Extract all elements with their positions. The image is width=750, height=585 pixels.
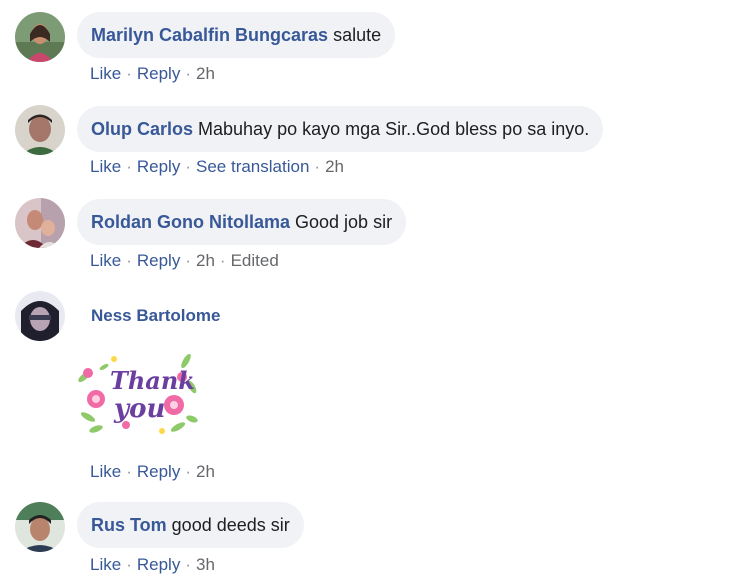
avatar[interactable] — [15, 502, 65, 552]
like-link[interactable]: Like — [90, 64, 121, 83]
avatar[interactable] — [15, 12, 65, 62]
like-link[interactable]: Like — [90, 251, 121, 270]
reply-link[interactable]: Reply — [137, 462, 180, 481]
avatar[interactable] — [15, 198, 65, 248]
see-translation-link[interactable]: See translation — [196, 157, 309, 176]
separator-dot: · — [185, 555, 191, 574]
comment-text: good deeds sir — [171, 514, 290, 535]
like-link[interactable]: Like — [90, 157, 121, 176]
timestamp[interactable]: 2h — [325, 157, 344, 176]
comment-actions: Like · Reply · See translation · 2h — [90, 157, 344, 177]
separator-dot: · — [185, 64, 191, 83]
separator-dot: · — [185, 251, 191, 270]
reply-link[interactable]: Reply — [137, 157, 180, 176]
comment-text: Mabuhay po kayo mga Sir..God bless po sa… — [198, 118, 590, 139]
like-link[interactable]: Like — [90, 555, 121, 574]
separator-dot: · — [126, 157, 132, 176]
comment-author-link[interactable]: Roldan Gono Nitollama — [91, 212, 290, 233]
avatar-photo-icon — [15, 502, 65, 552]
edited-label[interactable]: Edited — [231, 251, 279, 270]
comment-text: Good job sir — [295, 211, 393, 232]
comment-text: salute — [333, 24, 382, 45]
comment-bubble: Rus Tom good deeds sir — [77, 502, 304, 548]
timestamp[interactable]: 3h — [196, 555, 215, 574]
comment-bubble: Olup Carlos Mabuhay po kayo mga Sir..God… — [77, 106, 604, 152]
comment-author-link[interactable]: Marilyn Cabalfin Bungcaras — [91, 25, 328, 46]
separator-dot: · — [314, 157, 321, 176]
timestamp[interactable]: 2h — [196, 64, 215, 83]
comment-actions: Like · Reply · 2h — [90, 64, 215, 84]
avatar-photo-icon — [15, 12, 65, 62]
separator-dot: · — [126, 64, 132, 83]
comment-bubble: Marilyn Cabalfin Bungcaras salute — [77, 12, 396, 58]
comment-actions: Like · Reply · 2h — [90, 462, 215, 482]
timestamp[interactable]: 2h — [196, 251, 215, 270]
avatar-photo-icon — [15, 291, 65, 341]
avatar[interactable] — [15, 105, 65, 155]
separator-dot: · — [126, 462, 132, 481]
comment-author-link[interactable]: Rus Tom — [91, 515, 167, 536]
avatar-photo-icon — [15, 105, 65, 155]
svg-text:you: you — [113, 394, 165, 424]
separator-dot: · — [126, 251, 132, 270]
separator-dot: · — [185, 157, 191, 176]
thank-you-flower-sticker-icon: Thank you — [78, 353, 198, 434]
comment-bubble: Roldan Gono Nitollama Good job sir — [77, 199, 407, 245]
avatar-photo-icon — [15, 198, 65, 248]
like-link[interactable]: Like — [90, 462, 121, 481]
comment-actions: Like · Reply · 2h · Edited — [90, 251, 279, 271]
reply-link[interactable]: Reply — [137, 555, 180, 574]
timestamp[interactable]: 2h — [196, 462, 215, 481]
sticker[interactable]: Thank you — [74, 347, 200, 439]
separator-dot: · — [185, 462, 191, 481]
separator-dot: · — [219, 251, 226, 270]
comment-author-link[interactable]: Ness Bartolome — [91, 306, 220, 326]
reply-link[interactable]: Reply — [137, 64, 180, 83]
avatar[interactable] — [15, 291, 65, 341]
reply-link[interactable]: Reply — [137, 251, 180, 270]
comment-actions: Like · Reply · 3h — [90, 555, 215, 575]
svg-text:Thank: Thank — [110, 366, 195, 395]
comment-author-link[interactable]: Olup Carlos — [91, 119, 193, 140]
separator-dot: · — [126, 555, 132, 574]
